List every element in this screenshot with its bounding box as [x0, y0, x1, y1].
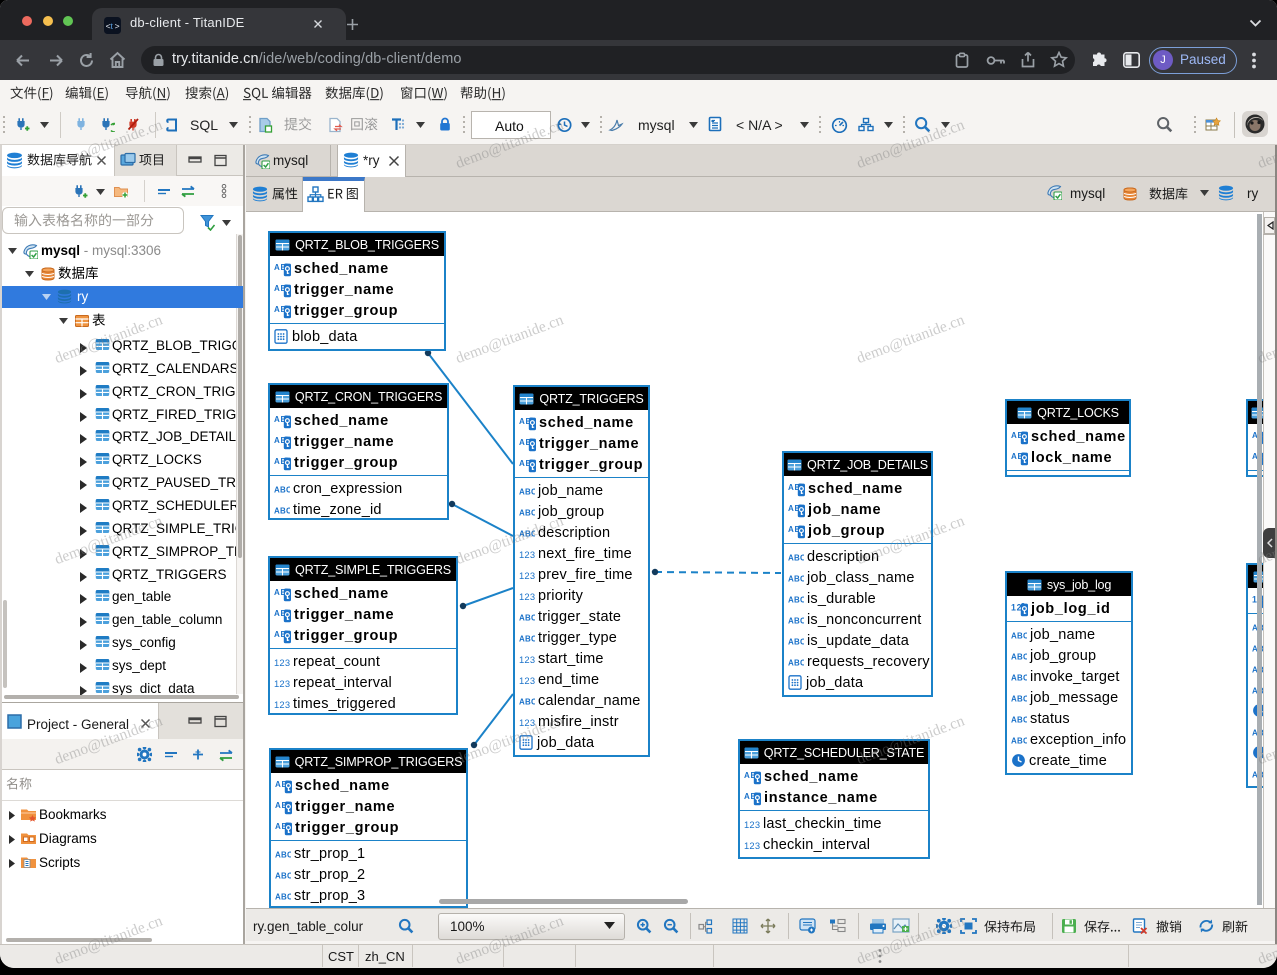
svg-text:ABC: ABC [519, 697, 535, 706]
svg-text:ABC: ABC [519, 529, 535, 538]
svg-text:123: 123 [274, 678, 290, 689]
svg-text:ABC: ABC [1011, 715, 1027, 724]
svg-text:123: 123 [744, 819, 760, 830]
svg-text:ABC: ABC [1011, 736, 1027, 745]
svg-text:ABC: ABC [274, 485, 290, 494]
svg-text:ABC: ABC [519, 487, 535, 496]
svg-text:123: 123 [519, 717, 535, 728]
svg-text:ABC: ABC [274, 506, 290, 515]
svg-text:ABC: ABC [788, 658, 804, 667]
svg-text:ABC: ABC [788, 574, 804, 583]
svg-text:123: 123 [519, 675, 535, 686]
svg-text:ABC: ABC [788, 553, 804, 562]
svg-text:123: 123 [519, 549, 535, 560]
svg-text:ABC: ABC [275, 850, 291, 859]
svg-text:123: 123 [519, 570, 535, 581]
svg-text:ABC: ABC [519, 634, 535, 643]
svg-text:ABC: ABC [519, 508, 535, 517]
svg-text:123: 123 [274, 657, 290, 668]
svg-text:ABC: ABC [1011, 652, 1027, 661]
svg-text:ABC: ABC [275, 871, 291, 880]
svg-text:>: > [115, 21, 120, 31]
svg-text:123: 123 [519, 591, 535, 602]
svg-text:ABC: ABC [1011, 694, 1027, 703]
svg-text:ABC: ABC [1011, 631, 1027, 640]
svg-text:ABC: ABC [788, 637, 804, 646]
svg-text:123: 123 [274, 699, 290, 710]
svg-text:ABC: ABC [519, 613, 535, 622]
svg-text:ABC: ABC [788, 616, 804, 625]
svg-text:123: 123 [519, 654, 535, 665]
svg-text:ABC: ABC [275, 892, 291, 901]
svg-text:ABC: ABC [788, 595, 804, 604]
svg-text:ABC: ABC [1011, 673, 1027, 682]
svg-text:123: 123 [744, 840, 760, 851]
